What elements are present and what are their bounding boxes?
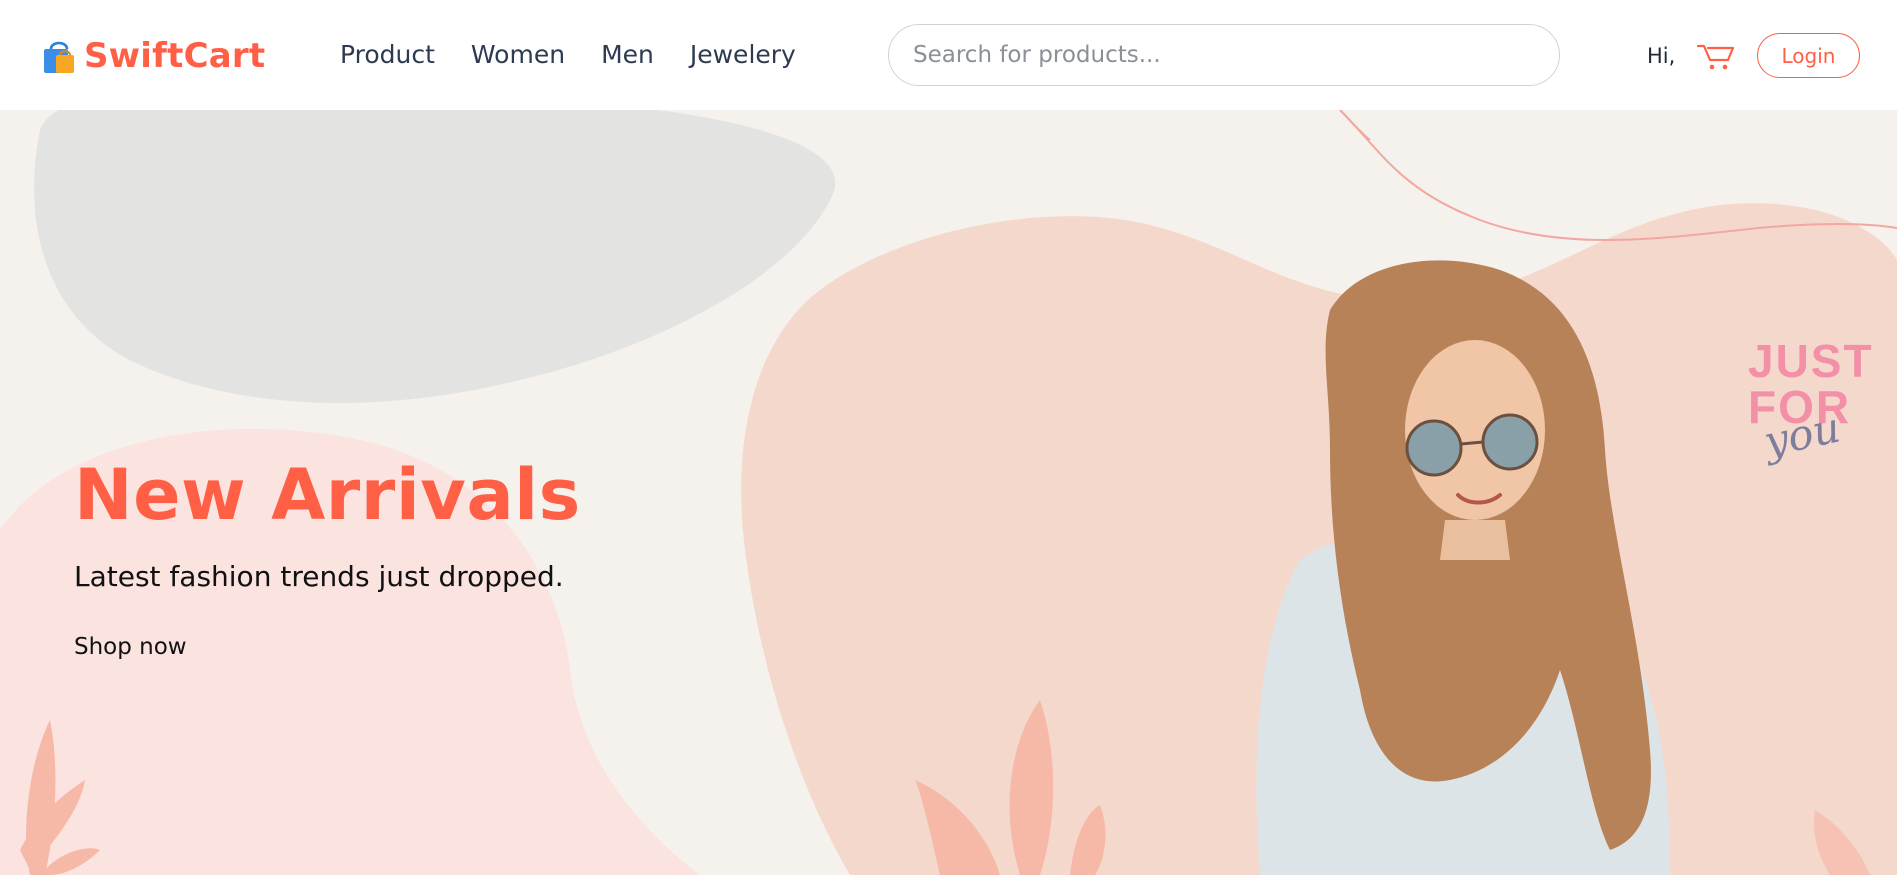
user-greeting: Hi, <box>1647 44 1676 68</box>
search-bar <box>888 24 1560 86</box>
brand-logo-link[interactable]: SwiftCart <box>40 36 265 76</box>
cart-icon[interactable] <box>1696 40 1736 72</box>
nav-item-men[interactable]: Men <box>601 40 654 69</box>
promo-line-1: JUST <box>1748 335 1874 387</box>
login-button[interactable]: Login <box>1757 33 1860 78</box>
nav-item-product[interactable]: Product <box>340 40 435 69</box>
nav-item-jewelery[interactable]: Jewelery <box>690 40 796 69</box>
top-header: SwiftCart Product Women Men Jewelery Hi,… <box>0 0 1897 110</box>
hero-subtitle: Latest fashion trends just dropped. <box>74 560 564 593</box>
nav-item-women[interactable]: Women <box>471 40 565 69</box>
shopping-bag-icon <box>44 41 74 73</box>
shop-now-link[interactable]: Shop now <box>74 634 187 660</box>
hero-banner: New Arrivals Latest fashion trends just … <box>0 110 1897 875</box>
main-nav: Product Women Men Jewelery <box>340 40 796 69</box>
search-input[interactable] <box>889 25 1559 85</box>
brand-name: SwiftCart <box>84 36 266 76</box>
hero-title: New Arrivals <box>74 454 581 536</box>
